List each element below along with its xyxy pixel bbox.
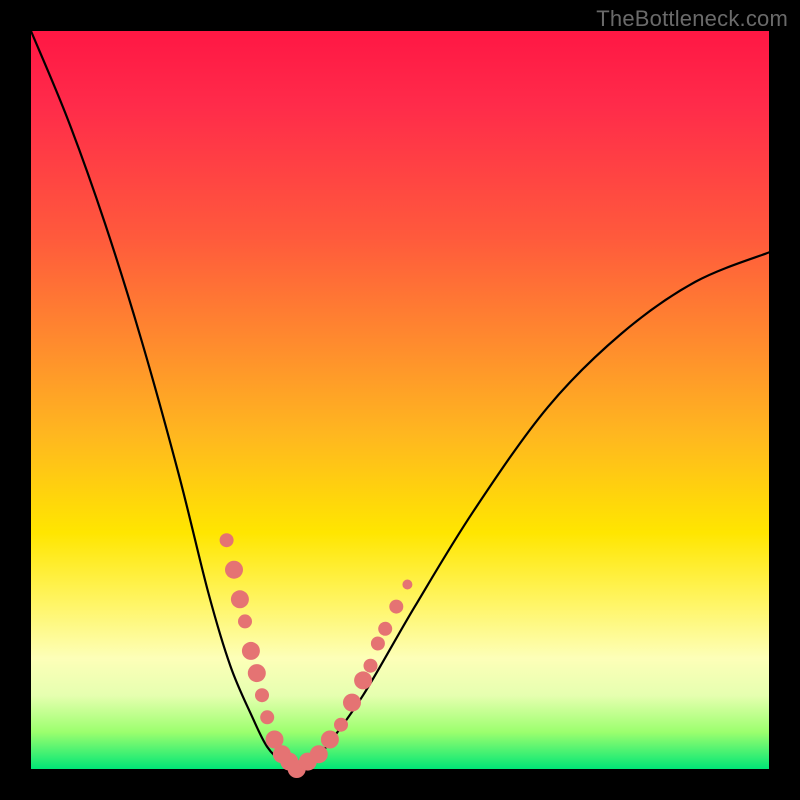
highlight-marker	[364, 659, 378, 673]
highlight-marker	[343, 694, 361, 712]
highlight-marker	[231, 590, 249, 608]
highlight-marker	[238, 614, 252, 628]
chart-frame: TheBottleneck.com	[0, 0, 800, 800]
highlight-marker	[321, 731, 339, 749]
highlight-marker	[389, 600, 403, 614]
watermark-text: TheBottleneck.com	[596, 6, 788, 32]
highlight-marker	[354, 671, 372, 689]
highlight-marker	[225, 561, 243, 579]
marker-group	[220, 533, 413, 778]
highlight-marker	[371, 637, 385, 651]
highlight-marker	[378, 622, 392, 636]
curve-svg	[31, 31, 769, 769]
highlight-marker	[242, 642, 260, 660]
highlight-marker	[260, 710, 274, 724]
highlight-marker	[334, 718, 348, 732]
highlight-marker	[310, 745, 328, 763]
highlight-marker	[248, 664, 266, 682]
highlight-marker	[255, 688, 269, 702]
highlight-marker	[220, 533, 234, 547]
highlight-marker	[402, 580, 412, 590]
plot-area	[31, 31, 769, 769]
bottleneck-curve	[31, 31, 769, 769]
